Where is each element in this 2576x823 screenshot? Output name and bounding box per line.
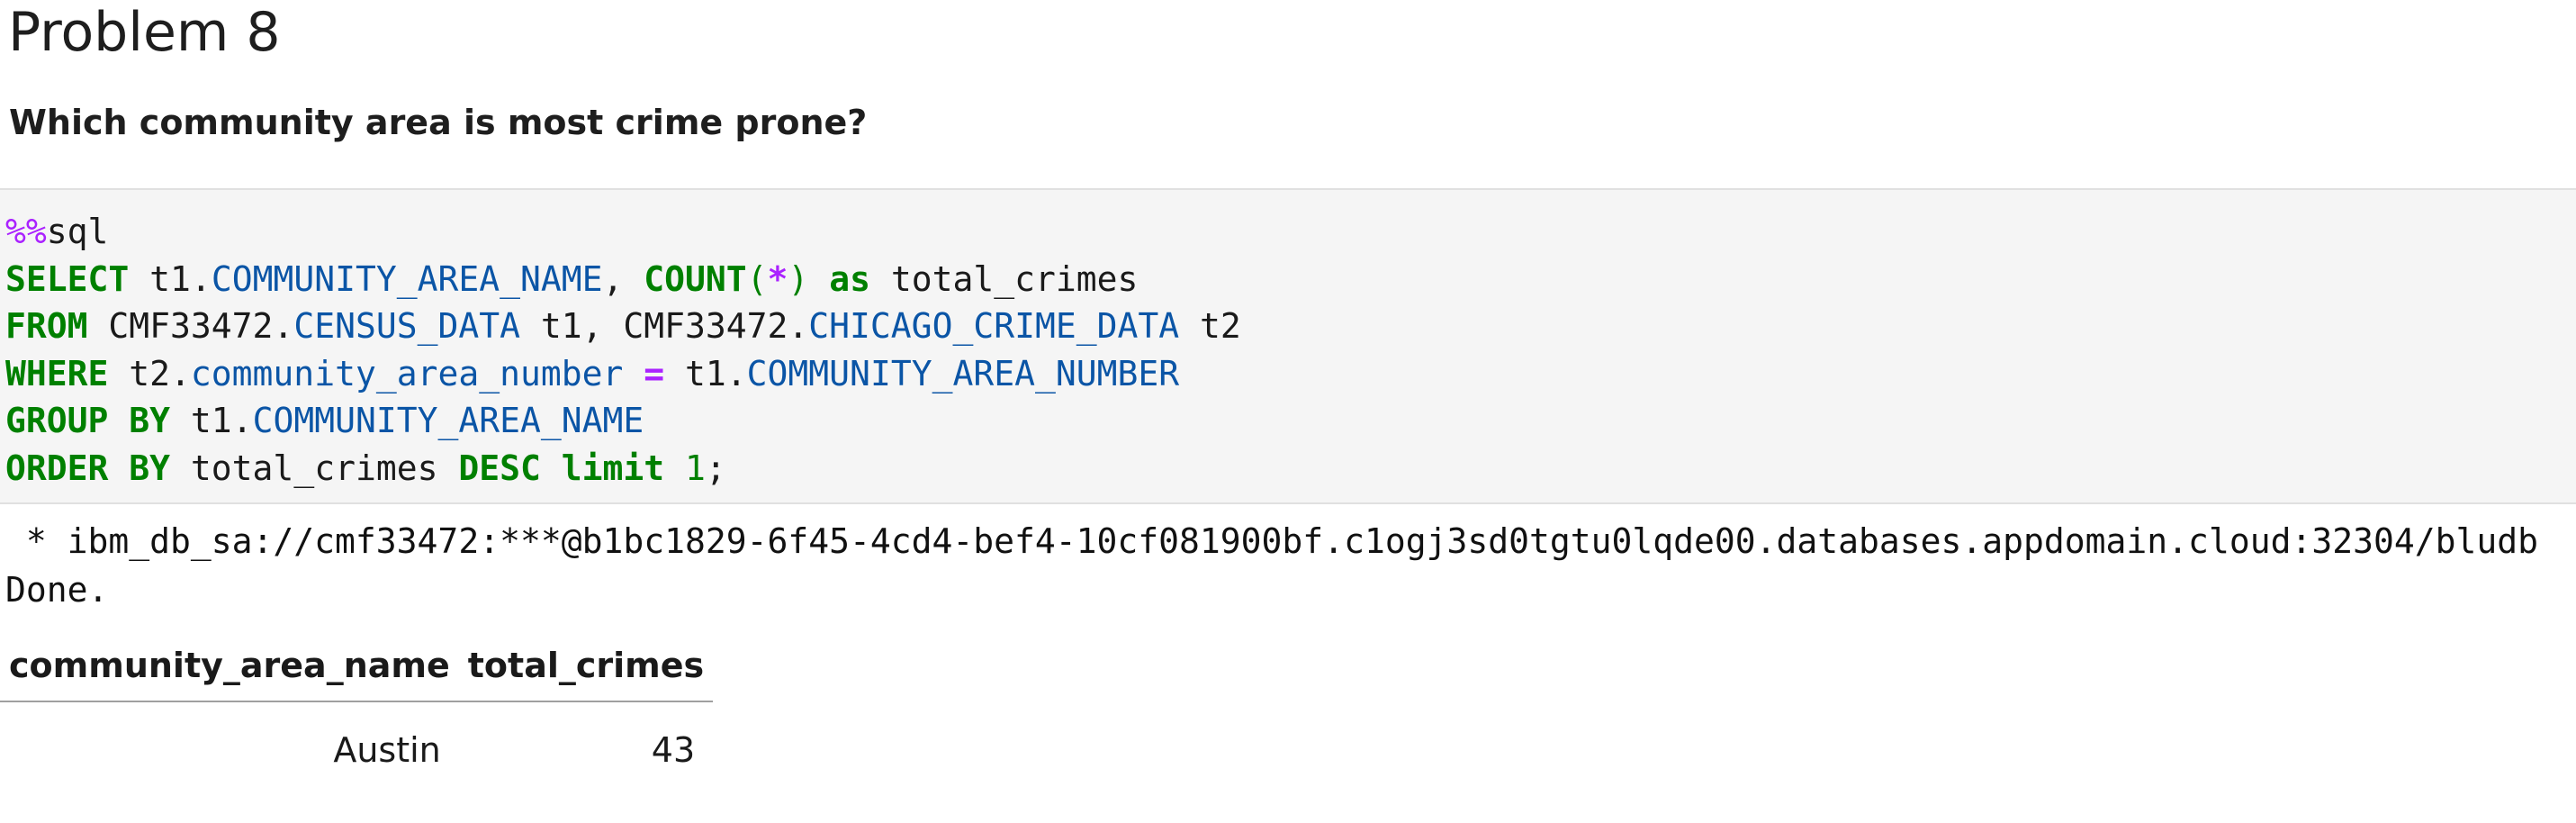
question-text: Which community area is most crime prone… <box>9 103 868 142</box>
code-line-group-by: GROUP BY t1.COMMUNITY_AREA_NAME <box>5 401 644 441</box>
result-table: community_area_name total_crimes Austin … <box>0 630 714 798</box>
sql-magic: %%sql <box>5 212 109 251</box>
cell-community-area-name: Austin <box>333 730 441 770</box>
code-cell[interactable]: %%sql SELECT t1.COMMUNITY_AREA_NAME, COU… <box>0 188 2576 504</box>
column-header-total-crimes: total_crimes <box>458 630 714 702</box>
cell-total-crimes: 43 <box>651 730 696 770</box>
code-line-from: FROM CMF33472.CENSUS_DATA t1, CMF33472.C… <box>5 306 1241 347</box>
status-text: Done. <box>5 570 109 610</box>
connection-string: * ibm_db_sa://cmf33472:***@b1bc1829-6f45… <box>5 521 2538 561</box>
code-line-select: SELECT t1.COMMUNITY_AREA_NAME, COUNT(*) … <box>5 258 1139 299</box>
table-row: Austin 43 <box>0 701 713 798</box>
code-editor[interactable]: %%sql SELECT t1.COMMUNITY_AREA_NAME, COU… <box>5 208 1241 493</box>
code-line-where: WHERE t2.community_area_number = t1.COMM… <box>5 353 1180 393</box>
table-header-row: community_area_name total_crimes <box>0 630 714 702</box>
code-line-order-by: ORDER BY total_crimes DESC limit 1; <box>5 448 726 488</box>
page-title: Problem 8 <box>8 1 281 64</box>
column-header-community-area-name: community_area_name <box>0 630 459 702</box>
